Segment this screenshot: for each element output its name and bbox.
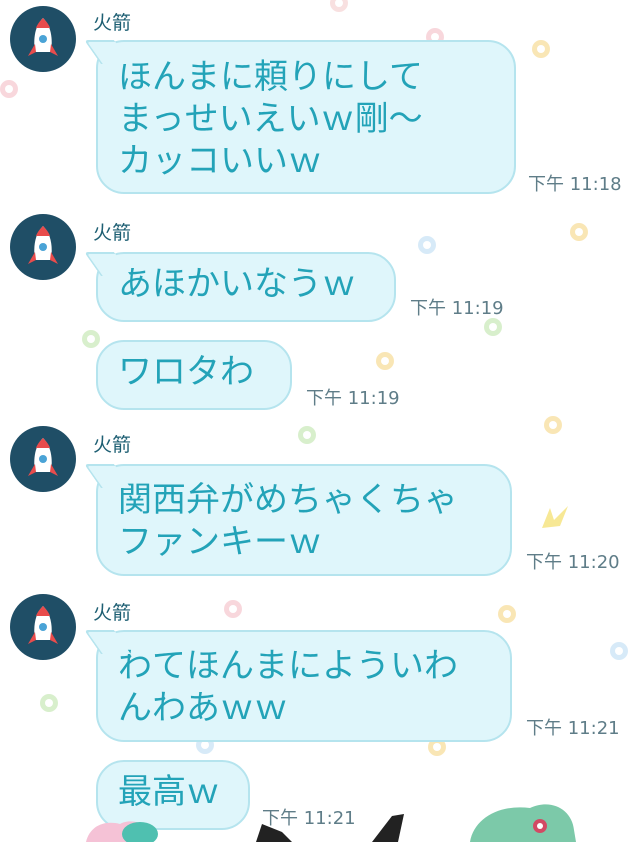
- pokeball-icon: [610, 642, 628, 660]
- message-time: 下午 11:21: [526, 718, 620, 739]
- pokeball-icon: [376, 352, 394, 370]
- pokeball-icon: [40, 694, 58, 712]
- pokeball-icon: [544, 416, 562, 434]
- message-bubble[interactable]: わてほんまにようい​わ んわあｗｗ: [96, 630, 512, 742]
- avatar[interactable]: [10, 6, 76, 72]
- message-bubble[interactable]: ほんまに頼りにして まっせいえいｗ剛～ カッコいいｗ: [96, 40, 516, 194]
- message-line: んわあｗｗ: [118, 688, 288, 728]
- message-bubble[interactable]: ワロタわ: [96, 340, 292, 410]
- pokeball-icon: [570, 223, 588, 241]
- pokeball-icon: [82, 330, 100, 348]
- message-line: ほんまに頼りにして: [118, 57, 423, 97]
- message-line: まっせいえいｗ剛～: [118, 99, 423, 139]
- message-line: あほかいなうｗ: [118, 264, 356, 304]
- message-time: 下午 11:19: [410, 298, 504, 319]
- sender-name: 火箭: [93, 602, 132, 624]
- rocket-icon: [28, 226, 58, 264]
- rocket-icon: [28, 438, 58, 476]
- pokeball-icon: [224, 600, 242, 618]
- message-line: ファンキーｗ: [118, 522, 322, 562]
- pokeball-icon: [418, 236, 436, 254]
- message-line: わてほんまにようい​わ: [118, 646, 458, 686]
- pokeball-icon: [330, 0, 348, 12]
- rocket-icon: [28, 18, 58, 56]
- pokeball-icon: [498, 605, 516, 623]
- sender-name: 火箭: [93, 12, 132, 34]
- rocket-icon: [28, 606, 58, 644]
- message-bubble[interactable]: あほかいなうｗ: [96, 252, 396, 322]
- pokeball-icon: [298, 426, 316, 444]
- sender-name: 火箭: [93, 222, 132, 244]
- chat-view[interactable]: 火箭 ほんまに頼りにして まっせいえいｗ剛～ カッコいいｗ 下午 11:18 火…: [0, 0, 640, 842]
- message-line: カッコいいｗ: [118, 141, 322, 181]
- avatar[interactable]: [10, 426, 76, 492]
- avatar[interactable]: [10, 214, 76, 280]
- message-time: 下午 11:19: [306, 388, 400, 409]
- message-bubble[interactable]: 関西弁がめちゃくちゃ ファンキーｗ: [96, 464, 512, 576]
- pokeball-icon: [484, 318, 502, 336]
- sender-name: 火箭: [93, 434, 132, 456]
- bulbasaur-sticker-icon: [86, 804, 576, 842]
- message-time: 下午 11:20: [526, 552, 620, 573]
- message-line: 関西弁がめちゃくちゃ: [118, 480, 458, 520]
- message-line: ワロタわ: [118, 352, 254, 392]
- avatar[interactable]: [10, 594, 76, 660]
- message-time: 下午 11:18: [528, 174, 622, 195]
- pokeball-icon: [0, 80, 18, 98]
- pokeball-icon: [532, 40, 550, 58]
- pikachu-icon: [542, 506, 568, 528]
